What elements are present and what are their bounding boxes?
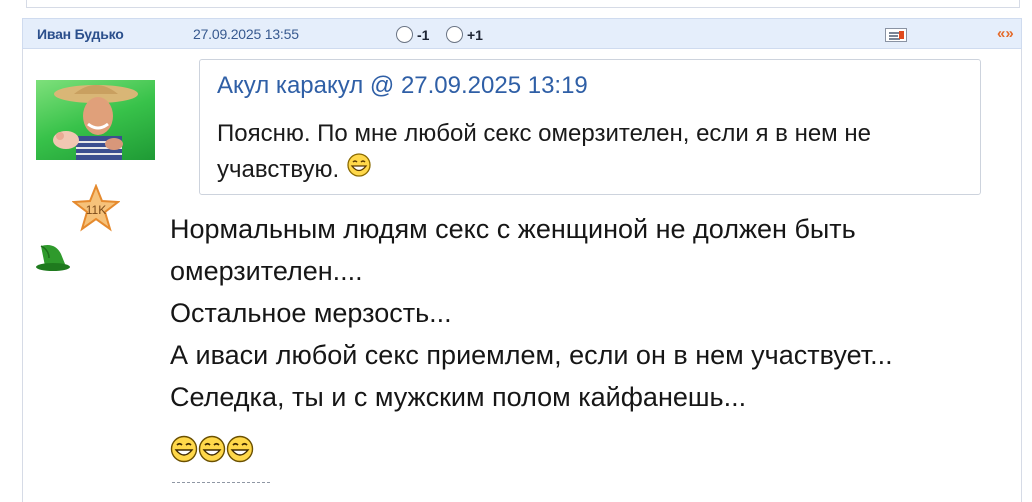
quote-header: Акул каракул @ 27.09.2025 13:19 bbox=[217, 72, 588, 99]
radio-circle-icon[interactable] bbox=[446, 26, 463, 43]
post-header: Иван Будько 27.09.2025 13:55 -1 +1 «» bbox=[22, 18, 1022, 49]
green-wizard-hat-icon bbox=[35, 240, 75, 274]
quote-text: Поясню. По мне любой секс омерзителен, е… bbox=[217, 120, 871, 183]
laughing-smiley-icon bbox=[346, 152, 372, 189]
message-line: Остальное мерзость... bbox=[170, 298, 452, 328]
quote-reply-link[interactable]: «» bbox=[997, 25, 1014, 42]
report-icon[interactable] bbox=[885, 28, 907, 42]
laughing-smiley-icon bbox=[226, 435, 254, 463]
previous-post-frame bbox=[26, 0, 1020, 8]
quote-text-container: Поясню. По мне любой секс омерзителен, е… bbox=[217, 116, 957, 189]
post-date: 27.09.2025 13:55 bbox=[193, 26, 299, 42]
radio-circle-icon[interactable] bbox=[396, 26, 413, 43]
message-text: Нормальным людям секс с женщиной не долж… bbox=[170, 208, 1010, 418]
user-avatar[interactable] bbox=[36, 80, 155, 160]
message-line: Селедка, ты и с мужским полом кайфанешь.… bbox=[170, 382, 747, 412]
laughing-smiley-icon bbox=[170, 435, 198, 463]
emoji-row bbox=[170, 434, 254, 466]
vote-plus-radio[interactable]: +1 bbox=[446, 26, 483, 43]
post-author-link[interactable]: Иван Будько bbox=[37, 26, 124, 42]
message-line: омерзителен.... bbox=[170, 256, 363, 286]
vote-minus-label: -1 bbox=[417, 26, 430, 43]
message-line: А иваси любой секс приемлем, если он в н… bbox=[170, 340, 893, 370]
laughing-smiley-icon bbox=[198, 435, 226, 463]
signature-separator bbox=[172, 482, 270, 483]
message-line: Нормальным людям секс с женщиной не долж… bbox=[170, 214, 856, 244]
star-rank-icon: 11K bbox=[71, 183, 121, 232]
vote-minus-radio[interactable]: -1 bbox=[396, 26, 429, 43]
vote-plus-label: +1 bbox=[467, 26, 483, 43]
rank-badge-label: 11K bbox=[86, 203, 106, 217]
quote-block: Акул каракул @ 27.09.2025 13:19 Поясню. … bbox=[199, 59, 981, 195]
